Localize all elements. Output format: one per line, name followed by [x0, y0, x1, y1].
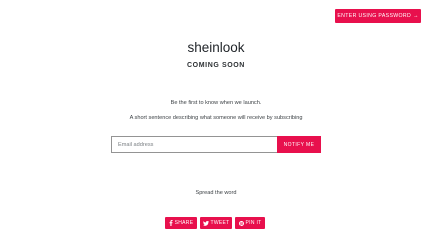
enter-using-password-label: ENTER USING PASSWORD [337, 13, 412, 19]
twitter-share-label: TWEET [210, 220, 230, 226]
facebook-share-label: SHARE [174, 220, 194, 226]
launch-tagline: Be the first to know when we launch. [170, 100, 262, 106]
arrow-right-icon: → [413, 13, 419, 19]
share-heading: Spread the word [195, 190, 237, 196]
pinterest-icon [238, 220, 244, 226]
enter-using-password-button[interactable]: ENTER USING PASSWORD → [335, 9, 421, 23]
facebook-icon [169, 220, 173, 226]
social-share-buttons: SHARE TWEET PIN IT [165, 217, 265, 229]
twitter-icon [202, 220, 209, 226]
newsletter-form: NOTIFY ME [111, 136, 321, 153]
coming-soon-heading: COMING SOON [187, 62, 245, 69]
twitter-share-button[interactable]: TWEET [200, 217, 232, 229]
subscribe-description: A short sentence describing what someone… [129, 115, 303, 121]
pinterest-share-button[interactable]: PIN IT [235, 217, 265, 229]
pinterest-share-label: PIN IT [245, 220, 262, 226]
facebook-share-button[interactable]: SHARE [165, 217, 197, 229]
notify-me-button[interactable]: NOTIFY ME [277, 136, 321, 153]
store-name: sheinlook [187, 40, 245, 55]
email-field[interactable] [111, 136, 277, 153]
